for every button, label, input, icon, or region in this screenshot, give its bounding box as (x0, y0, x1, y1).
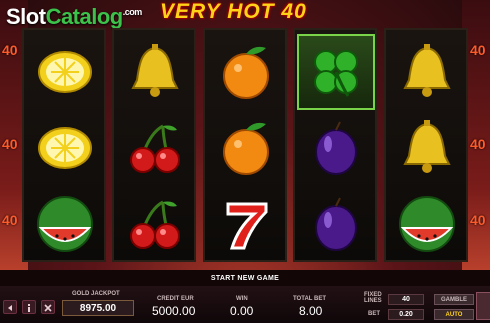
credit-value: 5000.00 (152, 304, 196, 318)
right-line-number: 40 (470, 212, 486, 228)
info-icon (28, 304, 30, 312)
bet-label: BET (368, 311, 380, 317)
credit-label: CREDIT EUR (157, 296, 194, 302)
info-button[interactable] (22, 300, 36, 314)
status-message: START NEW GAME (210, 274, 280, 282)
reel (112, 28, 196, 262)
left-line-number: 40 (2, 42, 18, 58)
reel-symbol (207, 186, 285, 262)
right-line-number: 40 (470, 42, 486, 58)
gamble-label: GAMBLE (441, 296, 467, 303)
watermelon-icon (399, 196, 455, 252)
jackpot-label: GOLD JACKPOT (72, 291, 120, 297)
status-bar: START NEW GAME (0, 270, 490, 286)
logo-part-2: Catalog (45, 4, 124, 29)
reel (293, 28, 377, 262)
win-value: 0.00 (230, 304, 254, 318)
fixed-lines-label: FIXED LINES (364, 292, 382, 304)
seven-icon (226, 202, 268, 250)
game-stage: 40 40 40 40 40 40 SlotCatalog.com VERY H… (0, 0, 490, 270)
reel-symbol (116, 34, 194, 110)
orange-icon (223, 46, 269, 99)
cherry-icon (130, 200, 180, 249)
left-line-number: 40 (2, 212, 18, 228)
bell-icon (403, 120, 451, 173)
arrow-left-icon (8, 305, 12, 311)
reel-symbol (116, 110, 194, 186)
orange-icon (223, 122, 269, 175)
clover-icon (314, 50, 358, 97)
reel-symbol (297, 186, 375, 262)
reel (203, 28, 287, 262)
bet-value: 0.20 (399, 311, 413, 318)
auto-button[interactable]: AUTO (434, 309, 474, 320)
reel-symbol (207, 110, 285, 186)
total-bet-label: TOTAL BET (293, 296, 326, 302)
reel-symbol (388, 186, 466, 262)
reel-symbol (26, 34, 104, 110)
reel (22, 28, 106, 262)
right-line-number: 40 (470, 136, 486, 152)
left-line-number: 40 (2, 136, 18, 152)
close-icon (44, 304, 52, 312)
reel-symbol (26, 186, 104, 262)
bet-stepper[interactable]: 0.20 (388, 309, 424, 320)
lemon-icon (38, 127, 92, 169)
reel-symbol (207, 34, 285, 110)
plum-icon (315, 121, 357, 175)
spin-button[interactable] (476, 292, 490, 320)
reels-area[interactable] (22, 28, 468, 262)
plum-icon (315, 197, 357, 251)
bell-icon (403, 44, 451, 97)
reel-symbol (116, 186, 194, 262)
auto-label: AUTO (445, 311, 463, 318)
lemon-icon (38, 51, 92, 93)
reel-symbol (297, 34, 375, 110)
prev-arrow-button[interactable] (3, 300, 17, 314)
bell-icon (131, 44, 179, 97)
watermelon-icon (37, 196, 93, 252)
cherry-icon (130, 124, 180, 173)
total-bet-value: 8.00 (299, 304, 323, 318)
jackpot-value: 8975.00 (62, 300, 134, 316)
logo-part-1: Slot (6, 4, 46, 29)
gamble-button[interactable]: GAMBLE (434, 294, 474, 305)
site-logo: SlotCatalog.com (6, 4, 142, 30)
logo-suffix: .com (122, 7, 143, 17)
game-title: VERY HOT 40 (160, 0, 307, 23)
reel-symbol (388, 110, 466, 186)
fixed-lines-value: 40 (388, 294, 424, 305)
reel-symbol (26, 110, 104, 186)
reel-symbol (297, 110, 375, 186)
win-label: WIN (236, 296, 248, 302)
close-button[interactable] (41, 300, 55, 314)
reel (384, 28, 468, 262)
reel-symbol (388, 34, 466, 110)
